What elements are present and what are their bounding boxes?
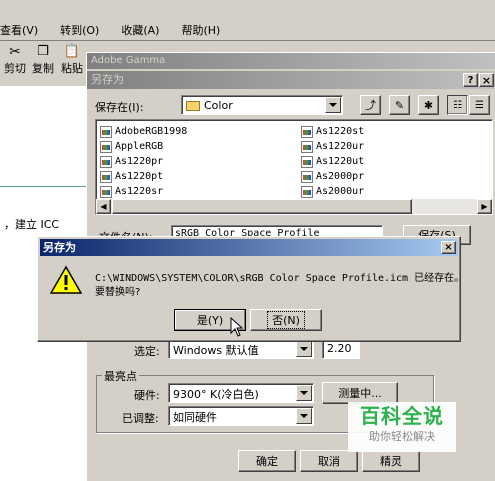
save-in-label: 保存在(I):: [95, 101, 144, 114]
paste-icon: 📋: [63, 44, 81, 59]
save-as-title: 另存为: [91, 73, 124, 86]
save-as-titlebar: 另存为: [87, 71, 495, 89]
paste-button[interactable]: 📋 粘贴: [58, 44, 86, 80]
hardware-combo[interactable]: 9300° K(冷白色): [168, 383, 314, 403]
icc-file-icon: [100, 140, 112, 153]
menu-favorites[interactable]: 收藏(A): [121, 22, 159, 38]
cancel-button[interactable]: 取消: [300, 450, 358, 472]
adobe-gamma-title: Adobe Gamma: [91, 55, 166, 66]
icc-file-icon: [301, 155, 313, 168]
watermark-title: 百科全说: [360, 404, 444, 428]
hardware-label: 硬件:: [134, 389, 160, 402]
details-view-icon: ☰: [475, 99, 484, 111]
icc-file-icon: [100, 125, 112, 138]
icc-file-icon: [301, 170, 313, 183]
adjusted-combo[interactable]: 如同硬件: [168, 406, 314, 426]
scissors-icon: ✂: [9, 44, 21, 60]
help-button[interactable]: ?: [463, 73, 478, 87]
adjusted-value: 如同硬件: [173, 411, 217, 424]
save-in-combo[interactable]: Color: [181, 95, 343, 115]
menu-view[interactable]: 查看(V): [0, 22, 38, 38]
menu-bar: 查看(V) 转到(O) 收藏(A) 帮助(H): [0, 20, 495, 40]
list-item[interactable]: As1220ur: [301, 139, 364, 154]
watermark-subtitle: 助你轻松解决: [369, 430, 435, 443]
icc-file-icon: [100, 170, 112, 183]
folder-icon: [186, 100, 200, 111]
confirm-message-line1: C:\WINDOWS\SYSTEM\COLOR\sRGB Color Space…: [95, 273, 465, 284]
close-icon: ×: [444, 242, 453, 253]
mouse-cursor-icon: [230, 317, 244, 337]
list-view-button[interactable]: ☷: [447, 95, 468, 115]
icc-file-icon: [100, 185, 112, 198]
ok-button[interactable]: 确定: [238, 450, 296, 472]
close-button[interactable]: ×: [479, 73, 494, 87]
close-icon: ×: [481, 73, 492, 87]
scroll-left-button[interactable]: ◀: [96, 199, 111, 214]
list-item[interactable]: As1220pr: [100, 154, 163, 169]
chevron-down-icon[interactable]: [296, 385, 312, 401]
copy-button[interactable]: ❐ 复制: [30, 44, 56, 80]
confirm-title: 另存为: [43, 241, 76, 254]
confirm-close-button[interactable]: ×: [441, 241, 456, 254]
list-item[interactable]: As1220pt: [100, 169, 163, 184]
select-value: Windows 默认值: [173, 344, 259, 357]
cut-button[interactable]: ✂ 剪切: [2, 44, 28, 80]
watermark: 百科全说 助你轻松解决: [348, 402, 456, 452]
list-item[interactable]: As1220sr: [100, 184, 163, 199]
cut-label: 剪切: [4, 62, 26, 75]
wizard-button[interactable]: 精灵: [362, 450, 420, 472]
hardware-value: 9300° K(冷白色): [173, 388, 259, 401]
confirm-titlebar: 另存为: [40, 239, 458, 256]
file-list-scrollbar[interactable]: ◀ ▶: [96, 199, 492, 214]
confirm-message-line2: 要替换吗?: [95, 287, 141, 298]
list-item[interactable]: As1220st: [301, 124, 364, 139]
new-folder-button[interactable]: ✱: [418, 95, 439, 115]
chevron-down-icon[interactable]: [296, 408, 312, 424]
list-item[interactable]: AppleRGB: [100, 139, 163, 154]
save-in-value: Color: [204, 99, 233, 112]
gamma-input[interactable]: 2.20: [322, 339, 360, 359]
gamma-value: 2.20: [327, 342, 352, 355]
list-item[interactable]: AdobeRGB1998: [100, 124, 187, 139]
paste-label: 粘贴: [61, 62, 83, 75]
no-button[interactable]: 否(N): [250, 309, 322, 331]
confirm-dialog: 另存为 × C:\WINDOWS\SYSTEM\COLOR\sRGB Color…: [37, 236, 465, 342]
menu-goto[interactable]: 转到(O): [60, 22, 99, 38]
left-pane-text: ，建立 ICC: [4, 218, 60, 231]
up-folder-icon: ⤴: [365, 99, 376, 112]
list-item[interactable]: As1220ut: [301, 154, 364, 169]
scroll-thumb[interactable]: [112, 199, 412, 214]
whitepoint-title: 最亮点: [102, 368, 139, 384]
chevron-down-icon[interactable]: [296, 341, 312, 357]
scroll-right-button[interactable]: ▶: [477, 199, 492, 214]
copy-icon: ❐: [37, 44, 49, 59]
chevron-down-icon[interactable]: [325, 97, 341, 113]
icc-file-icon: [301, 125, 313, 138]
menu-help[interactable]: 帮助(H): [181, 22, 220, 38]
icc-file-icon: [301, 140, 313, 153]
desktop-icon: ✎: [394, 98, 405, 112]
list-item[interactable]: As2000ur: [301, 184, 364, 199]
details-view-button[interactable]: ☰: [469, 95, 490, 115]
new-folder-icon: ✱: [423, 98, 434, 112]
toolbar: ✂ 剪切 ❐ 复制 📋 粘贴: [0, 42, 90, 82]
adobe-gamma-titlebar: Adobe Gamma: [87, 53, 495, 69]
copy-label: 复制: [32, 62, 54, 75]
list-item[interactable]: As2000pr: [301, 169, 364, 184]
select-label: 选定:: [134, 345, 160, 358]
up-folder-button[interactable]: ⤴: [360, 95, 381, 115]
select-combo[interactable]: Windows 默认值: [168, 339, 314, 359]
list-view-icon: ☷: [453, 99, 462, 111]
icc-file-icon: [301, 185, 313, 198]
warning-icon: [50, 265, 82, 294]
desktop-button[interactable]: ✎: [389, 95, 410, 115]
icc-file-icon: [100, 155, 112, 168]
adjusted-label: 已调整:: [122, 412, 159, 425]
measure-button[interactable]: 测量中...: [322, 382, 398, 404]
